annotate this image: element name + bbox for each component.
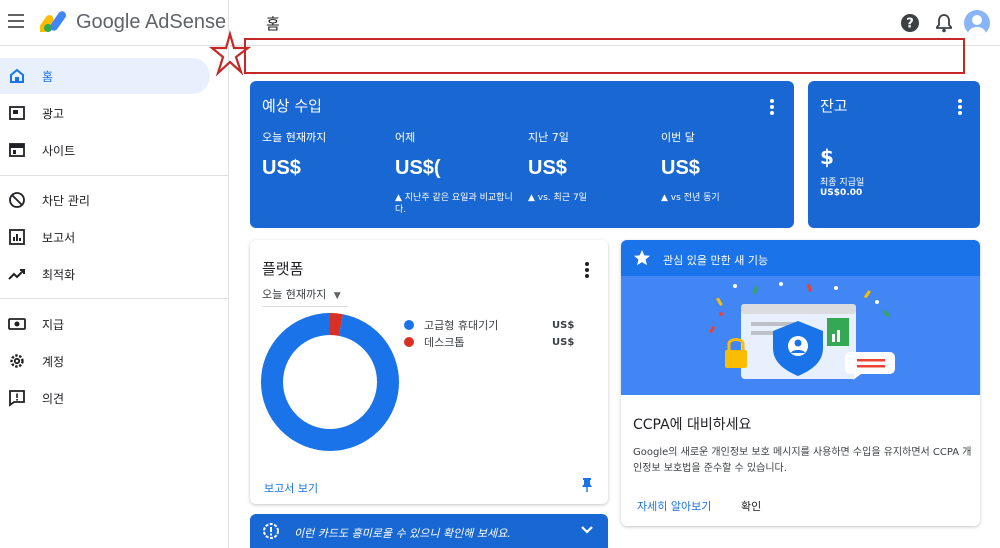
earnings-this-month: 이번 달 US$ ▲ vs 전년 동기 [661,129,791,204]
feature-card: 관심 있을 만한 새 기능 CCPA에 대비하세요 Google의 새로운 개인… [621,240,980,526]
donut-segment-mobile [261,313,399,451]
earnings-value: US$ [262,157,301,179]
more-options-icon[interactable] [958,99,962,115]
confirm-button[interactable]: 확인 [741,498,761,514]
page-title: 홈 [266,15,280,33]
help-icon[interactable]: ? [900,13,920,33]
sidebar-item-sites[interactable]: 사이트 [0,132,210,168]
earnings-label: 지난 7일 [528,131,569,144]
earnings-card: 예상 수입 오늘 현재까지 US$ 어제 US$( ▲ 지난주 같은 요일과 비… [250,81,794,228]
legend-label: 데스크톱 [424,336,465,349]
legend-item-mobile: 고급형 휴대기기 US$ [404,317,574,333]
legend-dot [404,320,414,330]
home-icon [10,68,24,83]
earnings-yesterday: 어제 US$( ▲ 지난주 같은 요일과 비교합니다. [395,129,525,216]
earnings-value: US$ [661,157,700,179]
legend-item-desktop: 데스크톱 US$ [404,334,574,350]
reports-icon [9,229,25,245]
suggestion-banner[interactable]: 이런 카드도 흥미로울 수 있으니 확인해 보세요. [250,514,608,548]
avatar[interactable] [964,10,990,36]
earnings-value: US$ [528,157,567,179]
sidebar-item-home[interactable]: 홈 [0,58,210,94]
more-options-icon[interactable] [770,99,774,115]
annotation-star-icon [208,30,252,77]
sidebar-item-account[interactable]: 계정 [0,343,210,379]
block-icon [9,192,25,208]
sidebar-item-label: 의견 [42,391,65,406]
feature-card-header: 관심 있을 만한 새 기능 [621,240,980,276]
legend-label: 고급형 휴대기기 [424,319,499,332]
sidebar-item-block-management[interactable]: 차단 관리 [0,182,210,218]
earnings-compare: ▲ vs. 최근 7일 [528,193,587,203]
earnings-compare: ▲ 지난주 같은 요일과 비교합니다. [395,193,513,215]
bell-icon[interactable] [934,13,954,33]
last-payment-label: 최종 지급일 [820,178,865,188]
earnings-today: 오늘 현재까지 US$ [262,129,392,192]
last-payment-amount: US$0.00 [820,188,863,198]
earnings-title: 예상 수입 [262,97,322,115]
sidebar-item-label: 차단 관리 [42,193,90,208]
sidebar-item-reports[interactable]: 보고서 [0,219,210,255]
feature-title: CCPA에 대비하세요 [633,417,752,433]
pin-icon[interactable] [580,477,594,493]
earnings-label: 이번 달 [661,131,695,144]
sites-icon [9,143,25,157]
sidebar-item-label: 홈 [42,69,54,84]
balance-title: 잔고 [820,97,848,115]
platform-title: 플랫폼 [262,260,304,278]
platform-card: 플랫폼 오늘 현재까지 ▼ 고급형 휴대기기 US$ 데스크톱 US$ 보고서 … [250,240,608,504]
dropdown-arrow-icon: ▼ [333,291,341,301]
optimize-icon [8,269,25,280]
feedback-icon [9,390,25,407]
view-report-link[interactable]: 보고서 보기 [264,480,318,496]
earnings-compare: ▲ vs 전년 동기 [661,193,720,203]
date-range-label: 오늘 현재까지 [262,288,327,301]
sidebar-item-label: 사이트 [42,143,76,158]
legend-dot [404,337,414,347]
earnings-label: 어제 [395,131,416,144]
sidebar-item-ads[interactable]: 광고 [0,95,210,131]
sidebar-item-label: 광고 [42,106,65,121]
chevron-down-icon[interactable] [580,525,594,535]
adsense-logo [40,11,67,32]
earnings-value: US$( [395,157,441,179]
menu-icon[interactable] [8,14,24,28]
platform-donut-chart [261,313,399,451]
banner-text: 이런 카드도 흥미로울 수 있으니 확인해 보세요. [294,527,511,540]
ads-icon [9,106,25,120]
gear-icon [10,354,24,368]
star-icon [634,250,650,266]
sidebar-item-label: 지급 [42,317,65,332]
balance-card: 잔고 $ 최종 지급일 US$0.00 [808,81,980,228]
legend-value: US$ [552,336,575,348]
earnings-last-7-days: 지난 7일 US$ ▲ vs. 최근 7일 [528,129,658,204]
sidebar-item-label: 보고서 [42,230,76,245]
earnings-label: 오늘 현재까지 [262,131,327,144]
feature-card-header-text: 관심 있을 만한 새 기능 [663,254,769,267]
nav-separator [0,175,228,176]
svg-text:?: ? [906,17,914,32]
payments-icon [8,318,26,330]
sidebar-item-feedback[interactable]: 의견 [0,380,210,416]
sidebar-divider [228,0,229,548]
nav-separator [0,298,228,299]
feature-body: Google의 새로운 개인정보 보호 메시지를 사용하면 수입을 유지하면서 … [633,447,972,474]
sidebar-item-payments[interactable]: 지급 [0,306,210,342]
balance-value: $ [820,145,834,169]
date-range-dropdown[interactable]: 오늘 현재까지 ▼ [262,286,348,307]
sidebar-item-optimize[interactable]: 최적화 [0,256,210,292]
app-name: Google AdSense [76,11,227,33]
legend-value: US$ [552,319,575,331]
privacy-illustration [709,282,895,380]
annotation-box [244,38,965,74]
learn-more-link[interactable]: 자세히 알아보기 [637,498,711,514]
sidebar-item-label: 최적화 [42,267,76,282]
more-options-icon[interactable] [585,262,589,278]
sidebar-item-label: 계정 [42,354,65,369]
lightbulb-icon [263,523,279,539]
ccpa-illustration [621,276,980,395]
